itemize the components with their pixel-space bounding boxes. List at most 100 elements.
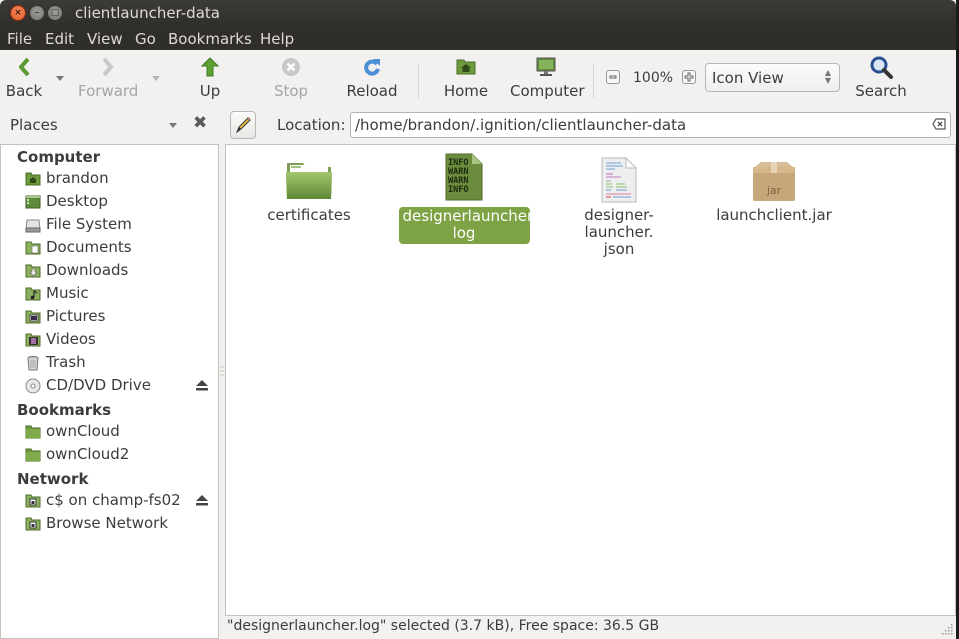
eject-icon[interactable]: [195, 493, 209, 507]
jar-package-icon: jar: [753, 162, 795, 201]
menu-edit[interactable]: Edit: [45, 30, 74, 48]
updown-arrows-icon: ▲ ▼: [824, 68, 831, 85]
optical-drive-icon: [25, 378, 41, 394]
folder-icon: [25, 425, 41, 439]
forward-button[interactable]: Forward: [78, 50, 138, 106]
jar-badge: jar: [766, 184, 782, 197]
sidebar-item-pictures[interactable]: Pictures: [25, 306, 215, 328]
back-history-dropdown[interactable]: [56, 76, 64, 81]
sidebar-item-network-share[interactable]: c$ on champ-fs02: [25, 490, 215, 512]
sidebar-heading-network: Network: [17, 470, 89, 488]
sidebar-item-trash[interactable]: Trash: [25, 352, 215, 374]
places-dropdown[interactable]: [169, 123, 177, 128]
stop-button[interactable]: Stop: [270, 50, 312, 106]
arrow-up-icon: [201, 57, 219, 77]
menu-bookmarks[interactable]: Bookmarks: [168, 30, 252, 48]
sidebar-item-documents[interactable]: Documents: [25, 237, 215, 259]
close-sidebar-icon[interactable]: ✖: [193, 113, 207, 133]
computer-button[interactable]: Computer: [510, 50, 585, 106]
file-view[interactable]: certificates INFO WARN WARN INFO designe…: [225, 144, 956, 616]
pictures-folder-icon: [25, 310, 41, 324]
file-manager-window: × – □ clientlauncher-data File Edit View…: [0, 0, 956, 639]
sidebar-heading-computer: Computer: [17, 148, 101, 166]
toggle-location-edit-button[interactable]: [230, 111, 256, 139]
sidebar-item-brandon[interactable]: brandon: [25, 168, 215, 190]
zoom-in-button[interactable]: [682, 70, 696, 84]
menu-go[interactable]: Go: [135, 30, 156, 48]
location-input[interactable]: /home/brandon/.ignition/clientlauncher-d…: [350, 112, 951, 138]
toolbar-separator: [593, 64, 594, 98]
home-folder-icon: [25, 172, 41, 186]
view-mode-value: Icon View: [712, 69, 784, 87]
places-sidebar: Computer brandon Desktop File System Doc…: [0, 144, 219, 639]
places-label: Places: [10, 116, 58, 134]
desktop-icon: [25, 195, 41, 209]
title-bar[interactable]: × – □ clientlauncher-data: [0, 0, 956, 26]
music-folder-icon: [25, 287, 41, 301]
reload-button[interactable]: Reload: [345, 50, 399, 106]
downloads-folder-icon: [25, 264, 41, 278]
file-name: designer-launcher. json: [584, 206, 654, 258]
menu-file[interactable]: File: [7, 30, 32, 48]
window-title: clientlauncher-data: [75, 4, 220, 22]
documents-folder-icon: [25, 241, 41, 255]
computer-icon: [536, 57, 556, 76]
chevron-left-icon: [19, 57, 30, 77]
sidebar-item-music[interactable]: Music: [25, 283, 215, 305]
toolbar-separator: [418, 64, 419, 98]
sidebar-item-cd-dvd-drive[interactable]: CD/DVD Drive: [25, 375, 215, 397]
zoom-level: 100%: [633, 70, 674, 86]
home-button[interactable]: Home: [441, 50, 491, 106]
search-icon: [870, 56, 893, 79]
zoom-out-icon: [609, 75, 617, 79]
sidebar-item-videos[interactable]: Videos: [25, 329, 215, 351]
location-bar: Places ✖ Location: /home/brandon/.igniti…: [0, 106, 956, 144]
forward-history-dropdown[interactable]: [152, 76, 160, 81]
network-icon: [25, 517, 41, 531]
harddisk-icon: [25, 219, 41, 233]
home-folder-icon: [456, 59, 476, 75]
minimize-icon: –: [34, 8, 40, 18]
pane-resize-handle[interactable]: [220, 365, 224, 377]
menu-bar: File Edit View Go Bookmarks Help: [0, 26, 956, 50]
clear-text-icon[interactable]: [932, 118, 946, 130]
location-path: /home/brandon/.ignition/clientlauncher-d…: [355, 116, 687, 134]
maximize-button[interactable]: □: [47, 5, 63, 21]
pencil-icon: [235, 117, 251, 134]
chevron-right-icon: [102, 57, 113, 77]
computer-label: Computer: [510, 82, 585, 100]
log-line: INFO: [448, 185, 468, 195]
view-mode-select[interactable]: Icon View ▲ ▼: [705, 63, 840, 92]
file-name: launchclient.jar: [716, 206, 832, 224]
zoom-out-button[interactable]: [606, 70, 620, 84]
eject-icon[interactable]: [195, 378, 209, 392]
minimize-button[interactable]: –: [29, 5, 45, 21]
sidebar-item-owncloud[interactable]: ownCloud: [25, 421, 215, 443]
zoom-in-icon: [684, 72, 694, 82]
close-button[interactable]: ×: [10, 5, 26, 21]
back-label: Back: [5, 82, 43, 100]
sidebar-item-file-system[interactable]: File System: [25, 214, 215, 236]
sidebar-item-owncloud2[interactable]: ownCloud2: [25, 444, 215, 466]
home-label: Home: [443, 82, 489, 100]
up-button[interactable]: Up: [190, 50, 230, 106]
file-name: certificates: [267, 206, 351, 224]
reload-icon: [364, 59, 380, 76]
stop-label: Stop: [273, 82, 309, 100]
menu-view[interactable]: View: [87, 30, 123, 48]
status-bar: "designerlauncher.log" selected (3.7 kB)…: [219, 616, 956, 639]
file-name: designerlauncher. log: [398, 207, 537, 244]
sidebar-item-browse-network[interactable]: Browse Network: [25, 513, 215, 535]
resize-grip-icon[interactable]: [941, 624, 953, 636]
folder-icon: [286, 163, 332, 199]
search-label: Search: [855, 82, 907, 100]
maximize-icon: □: [50, 8, 60, 18]
text-file-icon: [601, 157, 637, 203]
menu-help[interactable]: Help: [260, 30, 294, 48]
network-share-icon: [25, 494, 41, 508]
sidebar-item-desktop[interactable]: Desktop: [25, 191, 215, 213]
sidebar-item-downloads[interactable]: Downloads: [25, 260, 215, 282]
back-button[interactable]: Back: [2, 50, 46, 106]
search-button[interactable]: Search: [852, 50, 910, 106]
close-icon: ×: [14, 8, 22, 18]
